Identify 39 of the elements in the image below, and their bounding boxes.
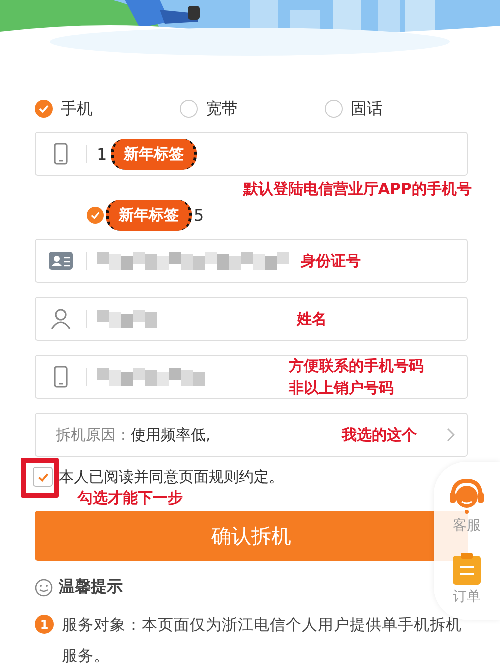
reason-label: 拆机原因： [56,426,131,444]
text-input-field[interactable]: 身份证号 [35,239,468,283]
phone-icon [54,143,68,165]
tip-text: 服务对象：本页面仅为浙江电信个人用户提供单手机拆机服务。 [62,615,463,666]
check-icon [38,103,50,115]
text-input-field[interactable]: 方便联系的手机号码 非以上销户号码 [35,355,468,399]
tips-title: 温馨提示 [59,577,123,598]
annotation-text: 我选的这个 [342,425,417,446]
annotation-text: 姓名 [297,309,327,330]
sticker: 新年标签 [106,200,192,231]
number-check[interactable] [87,207,104,224]
redacted-value [97,310,157,328]
annotation-text: 身份证号 [301,251,361,272]
phone-input-field[interactable]: 1 新年标签 [35,132,468,176]
text-input-field[interactable]: 姓名 [35,297,468,341]
chevron-right-icon [447,428,455,442]
check-icon [90,210,101,221]
annotation-text: 非以上销户号码 [289,378,395,399]
highlight-frame [21,458,59,498]
reason-select[interactable]: 拆机原因：使用频率低, 我选的这个 [35,413,468,457]
person-icon [50,308,72,330]
phone-number-value: 1 [97,144,108,164]
clipboard-icon [451,552,483,586]
id-card-icon [49,252,73,270]
agreement-text: 本人已阅读并同意页面规则约定。 [59,468,284,486]
phone-number-value: 5 [194,206,204,225]
service-type-radio[interactable]: 宽带 [180,98,325,120]
headset-icon [448,476,486,514]
tip-number: 1 [35,615,54,634]
phone-icon [54,366,68,388]
reason-value: 使用频率低, [131,426,211,444]
annotation-text: 方便联系的手机号码 [289,356,424,377]
service-type-radio[interactable]: 手机 [35,98,180,120]
agreement-checkbox[interactable] [33,467,53,487]
sticker: 新年标签 [111,138,198,170]
annotation-text: 勾选才能下一步 [78,488,184,509]
service-type-radio[interactable]: 固话 [325,98,445,120]
smiley-icon [35,578,53,596]
annotation-text: 默认登陆电信营业厅APP的手机号 [243,179,472,200]
